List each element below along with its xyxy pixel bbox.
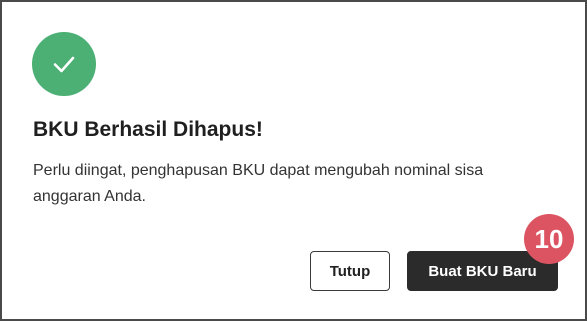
dialog-message: Perlu diingat, penghapusan BKU dapat men… (33, 162, 484, 205)
success-dialog: BKU Berhasil Dihapus! Perlu diingat, pen… (0, 0, 587, 321)
step-number-badge: 10 (524, 214, 574, 264)
check-icon (53, 56, 75, 73)
dialog-title: BKU Berhasil Dihapus! (33, 118, 263, 141)
close-button[interactable]: Tutup (310, 251, 390, 291)
success-indicator (32, 32, 96, 96)
